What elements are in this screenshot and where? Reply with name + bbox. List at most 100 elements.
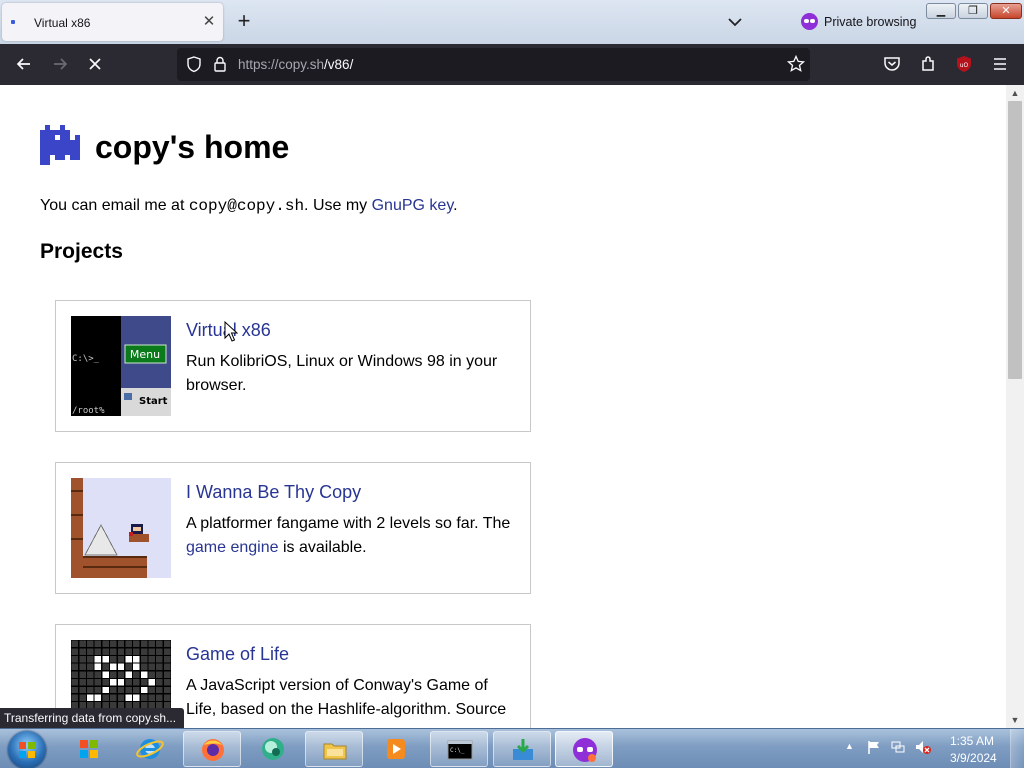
tab-virtual-x86[interactable]: Virtual x86 ✕ [2,3,223,41]
volume-muted-icon[interactable] [914,739,932,755]
life-cell-dead [79,640,86,648]
game-of-life-link[interactable]: Game of Life [186,644,289,665]
command-prompt-icon[interactable]: C:\_ [430,731,488,767]
firefox-icon[interactable] [183,731,241,767]
email-address: copy@copy.sh [188,197,305,215]
address-bar[interactable]: https://copy.sh/v86/ [177,48,810,81]
close-window-button[interactable]: ✕ [990,3,1022,19]
life-cell-dead [71,663,79,671]
scroll-up-arrow-icon[interactable]: ▲ [1006,85,1024,101]
i-wanna-be-thy-copy-thumbnail[interactable] [71,478,171,578]
game-engine-link[interactable]: game engine [186,539,279,556]
start-button[interactable] [8,731,46,768]
clock-date[interactable]: 3/9/2024 [950,751,997,765]
thumb-menu-label: Menu [130,348,160,361]
svg-text:C:\_: C:\_ [450,747,465,754]
life-cell-dead [125,679,132,686]
life-cell-dead [71,671,79,678]
game-of-life-description: A JavaScript version of Conway's Game of… [186,677,507,718]
tab-close-button[interactable]: ✕ [200,13,218,31]
life-cell-alive [94,694,102,701]
media-player-icon[interactable] [367,731,425,767]
life-cell-dead [110,640,117,648]
life-cell-dead [156,671,163,678]
minimize-button[interactable]: ▁ [926,3,956,19]
life-cell-dead [110,694,117,701]
life-cell-dead [140,655,148,663]
extensions-icon[interactable] [915,51,941,77]
life-cell-dead [148,648,156,655]
i-wanna-be-thy-copy-link[interactable]: I Wanna Be Thy Copy [186,482,361,503]
scroll-thumb[interactable] [1008,101,1022,379]
clock-time[interactable]: 1:35 AM [950,734,994,748]
life-cell-dead [148,686,156,694]
list-all-tabs-icon[interactable] [724,11,746,33]
windows-media-center-icon[interactable] [60,731,118,767]
life-cell-dead [71,648,79,655]
life-cell-dead [71,694,79,701]
virtual-x86-thumbnail[interactable]: C:\>_ Menu /root% Start [71,316,171,416]
life-cell-alive [110,663,117,671]
url-text[interactable]: https://copy.sh/v86/ [238,57,353,72]
project-card-virtual-x86: C:\>_ Menu /root% Start Virtual x86 Run … [55,300,531,432]
thumb-root: /root% [72,406,105,416]
installer-icon[interactable] [493,731,551,767]
star-icon[interactable] [786,54,806,74]
vertical-scrollbar[interactable]: ▲ ▼ [1006,85,1024,728]
private-browsing-icon [801,13,818,30]
file-explorer-icon[interactable] [305,731,363,767]
internet-explorer-icon[interactable] [121,731,179,767]
firefox-private-icon[interactable] [555,731,613,767]
contact-line: You can email me at copy@copy.sh. Use my… [40,197,458,215]
life-cell-dead [94,686,102,694]
show-hidden-icons-icon[interactable]: ▲ [845,741,854,751]
life-cell-dead [133,679,140,686]
shield-icon[interactable] [185,55,203,73]
lock-icon[interactable] [211,55,229,73]
action-center-flag-icon[interactable] [866,739,882,755]
life-cell-dead [163,655,171,663]
show-desktop-button[interactable] [1010,729,1024,768]
life-cell-dead [163,694,171,701]
tab-favicon-icon [11,20,15,24]
stop-icon[interactable] [82,51,108,77]
pocket-icon[interactable] [879,51,905,77]
life-cell-alive [110,679,117,686]
life-cell-dead [156,648,163,655]
ublock-icon[interactable]: uO [951,51,977,77]
windows-taskbar: C:\_ ▲ 1:35 AM 3/9/2024 [0,728,1024,768]
network-icon[interactable] [890,739,906,755]
life-cell-dead [102,679,109,686]
life-cell-dead [86,648,94,655]
life-cell-dead [110,686,117,694]
life-cell-dead [163,648,171,655]
new-tab-button[interactable]: + [234,10,254,32]
life-cell-dead [148,671,156,678]
life-cell-dead [163,679,171,686]
scroll-down-arrow-icon[interactable]: ▼ [1006,712,1024,728]
life-cell-dead [71,640,79,648]
life-cell-dead [110,671,117,678]
page-title: copy's home [95,129,290,165]
minimize-icon: ▁ [936,5,946,17]
life-cell-dead [102,648,109,655]
forward-arrow-icon[interactable] [47,51,73,77]
life-cell-alive [133,655,140,663]
life-cell-dead [156,686,163,694]
life-cell-dead [94,640,102,648]
restore-button[interactable]: ❐ [958,3,988,19]
gnupg-key-link[interactable]: GnuPG key [372,197,454,214]
app-icon[interactable] [244,731,302,767]
windows-logo-icon [19,742,35,758]
private-browsing-label: Private browsing [824,15,917,29]
life-cell-alive [102,686,109,694]
life-cell-dead [94,648,102,655]
back-arrow-icon[interactable] [11,51,37,77]
life-cell-alive [125,671,132,678]
wanna-desc-before: A platformer fangame with 2 levels so fa… [186,515,511,532]
life-cell-dead [71,679,79,686]
life-cell-dead [148,663,156,671]
life-cell-dead [133,648,140,655]
life-cell-dead [110,648,117,655]
hamburger-menu-icon[interactable] [987,51,1013,77]
